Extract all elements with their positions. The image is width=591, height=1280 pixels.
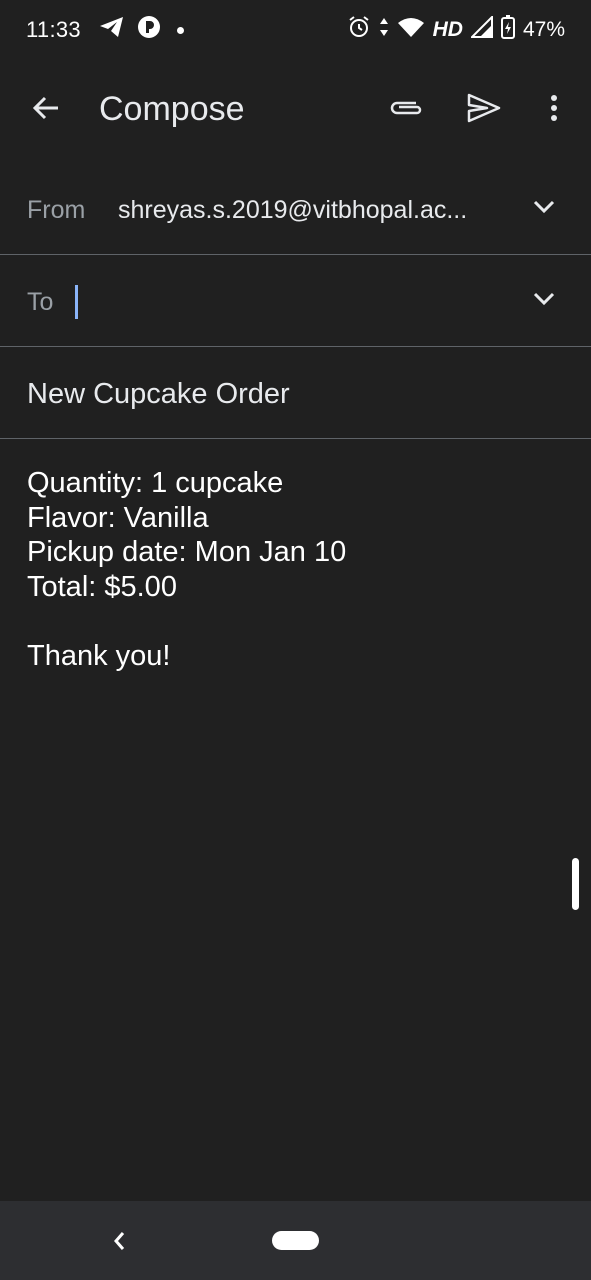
- back-button[interactable]: [22, 86, 70, 134]
- attach-button[interactable]: [382, 86, 430, 134]
- from-label: From: [27, 196, 86, 224]
- wifi-icon: [397, 16, 425, 44]
- alarm-icon: [347, 15, 371, 45]
- body-line-total: Total: $5.00: [27, 570, 177, 603]
- to-input[interactable]: [72, 279, 492, 323]
- signal-icon: [469, 14, 493, 44]
- body-line-thanks: Thank you!: [27, 639, 171, 672]
- app-bar: Compose: [0, 62, 591, 158]
- text-cursor: [75, 285, 78, 319]
- chevron-down-icon: [533, 292, 555, 311]
- back-arrow-icon: [31, 93, 61, 128]
- compose-screen: 11:33 HD 47% Compose From shreyas.s.2019…: [0, 0, 591, 1280]
- body-line-quantity: Quantity: 1 cupcake: [27, 467, 284, 499]
- to-label: To: [27, 288, 54, 316]
- chevron-down-icon: [533, 200, 555, 219]
- from-value[interactable]: shreyas.s.2019@vitbhopal.ac...: [118, 196, 467, 225]
- status-time: 11:33: [26, 17, 81, 42]
- nav-back-button[interactable]: [95, 1219, 143, 1267]
- subject-text[interactable]: New Cupcake Order: [27, 378, 290, 411]
- page-title: Compose: [99, 90, 245, 128]
- to-field[interactable]: To: [0, 255, 591, 347]
- app-icon: [137, 15, 161, 45]
- notification-dot-icon: [176, 26, 184, 34]
- notification-icons: [99, 15, 184, 45]
- battery-percent: 47%: [522, 18, 565, 41]
- body-line-pickup-date: Pickup date: Mon Jan 10: [27, 536, 347, 568]
- more-options-button[interactable]: [530, 86, 578, 134]
- system-icons: HD 47%: [347, 14, 565, 45]
- battery-charging-icon: [500, 15, 515, 45]
- nav-home-pill[interactable]: [272, 1231, 319, 1250]
- message-body[interactable]: Quantity: 1 cupcake Flavor: Vanilla Pick…: [27, 466, 567, 673]
- data-arrows-icon: [379, 17, 389, 43]
- to-expand-button[interactable]: [520, 277, 568, 325]
- system-nav-bar: [0, 1201, 591, 1280]
- more-vert-icon: [550, 94, 558, 127]
- from-field[interactable]: From shreyas.s.2019@vitbhopal.ac...: [0, 163, 591, 255]
- attachment-icon: [388, 97, 424, 124]
- from-expand-button[interactable]: [520, 185, 568, 233]
- send-button[interactable]: [460, 86, 508, 134]
- subject-field[interactable]: New Cupcake Order: [0, 347, 591, 439]
- telegram-icon: [99, 16, 125, 44]
- send-icon: [467, 93, 501, 128]
- nav-back-icon: [112, 1230, 126, 1257]
- scrollbar-thumb[interactable]: [572, 858, 579, 910]
- status-bar: 11:33 HD 47%: [0, 0, 591, 60]
- body-line-flavor: Flavor: Vanilla: [27, 501, 209, 534]
- network-label: HD: [432, 18, 463, 41]
- body-blank-line: [27, 604, 567, 639]
